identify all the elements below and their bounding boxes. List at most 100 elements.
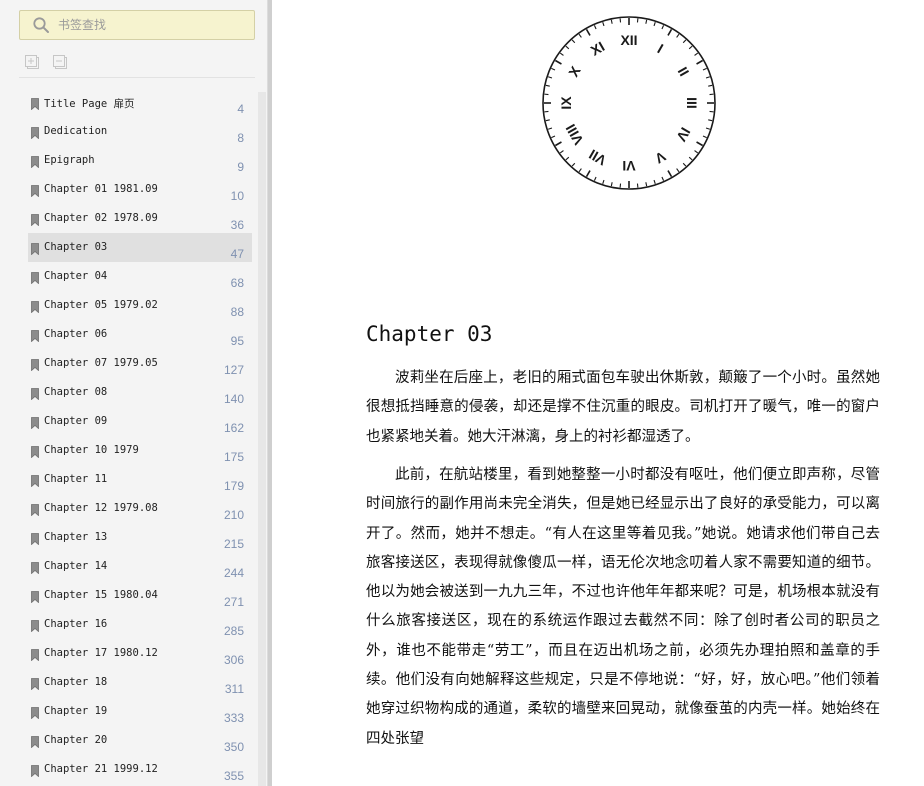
bookmark-icon	[31, 504, 39, 516]
bookmark-page-number: 127	[223, 363, 244, 377]
clock-numeral: X	[565, 63, 584, 80]
expand-all-icon[interactable]	[24, 54, 40, 70]
clock-tick	[682, 39, 687, 44]
clock-tick	[682, 162, 687, 167]
bookmark-item[interactable]: Epigraph 9	[28, 146, 252, 175]
clock-tick	[571, 39, 576, 44]
bookmark-search-box[interactable]	[19, 10, 255, 40]
clock-tick	[696, 141, 704, 147]
bookmark-icon	[31, 388, 39, 400]
clock-tick	[585, 170, 591, 178]
clock-numeral: VI	[622, 158, 635, 174]
bookmark-icon	[31, 446, 39, 458]
bookmark-item[interactable]: Chapter 02 1978.09 36	[28, 204, 252, 233]
bookmark-page-number: 311	[224, 682, 244, 696]
bookmark-page-number: 95	[230, 334, 244, 348]
clock-tick	[559, 150, 564, 154]
bookmark-label: Chapter 15 1980.04	[44, 589, 158, 601]
bookmark-label: Chapter 02 1978.09	[44, 212, 158, 224]
bookmark-label: Chapter 06	[44, 328, 108, 340]
clock-tick	[602, 21, 605, 27]
clock-tick	[702, 67, 707, 71]
bookmark-page-number: 68	[230, 276, 244, 290]
bookmark-item[interactable]: Chapter 09 162	[28, 407, 252, 436]
clock-numeral: XII	[620, 32, 637, 48]
bookmark-icon	[31, 417, 39, 429]
bookmark-label: Chapter 12 1979.08	[44, 502, 158, 514]
bookmark-icon	[31, 98, 39, 110]
bookmark-icon	[31, 272, 39, 284]
bookmark-item[interactable]: Chapter 15 1980.04 271	[28, 581, 252, 610]
reading-pane: XII I II III IV V VI VII VIII IX X XI Chapter 03 波莉…	[272, 0, 924, 786]
clock-tick	[578, 33, 582, 38]
clock-numeral: IV	[673, 125, 694, 145]
bookmark-page-number: 271	[223, 595, 244, 609]
bookmark-page-number: 244	[223, 566, 244, 580]
clock-tick	[602, 179, 605, 185]
body-paragraph: 此前，在航站楼里，看到她整整一小时都没有呕吐，他们便立即声称，尽管时间旅行的副作…	[366, 467, 880, 747]
bookmark-item[interactable]: Chapter 21 1999.12 355	[28, 755, 252, 784]
bookmark-item[interactable]: Chapter 20 350	[28, 726, 252, 755]
bookmark-label: Chapter 10 1979	[44, 444, 139, 456]
clock-tick	[593, 25, 597, 30]
bookmark-page-number: 355	[223, 769, 244, 783]
bookmark-label: Chapter 20	[44, 734, 108, 746]
bookmark-icon	[31, 736, 39, 748]
bookmark-item[interactable]: Chapter 08 140	[28, 378, 252, 407]
bookmark-search-input[interactable]	[58, 13, 248, 37]
clock-tick	[593, 176, 597, 181]
collapse-all-icon[interactable]	[52, 54, 68, 70]
clock-tick	[645, 182, 648, 187]
clock-tick	[661, 176, 665, 181]
clock-tick	[545, 119, 550, 122]
bookmark-item[interactable]: Title Page 扉页 4	[28, 88, 252, 117]
bookmark-label: Chapter 03	[44, 241, 108, 253]
bookmark-item[interactable]: Chapter 10 1979 175	[28, 436, 252, 465]
bookmark-icon	[31, 330, 39, 342]
bookmark-item[interactable]: Chapter 01 1981.09 10	[28, 175, 252, 204]
clock-numeral: I	[655, 41, 666, 57]
bookmark-item[interactable]: Chapter 13 215	[28, 523, 252, 552]
bookmark-item[interactable]: Chapter 11 179	[28, 465, 252, 494]
clock-numeral: III	[684, 97, 700, 109]
bookmark-page-number: 215	[223, 537, 244, 551]
bookmark-item[interactable]: Chapter 05 1979.02 88	[28, 291, 252, 320]
clock-tick	[559, 52, 564, 56]
chapter-title: Chapter 03	[366, 322, 493, 346]
bookmark-page-number: 333	[223, 711, 244, 725]
clock-numeral: II	[675, 64, 693, 79]
bookmark-page-number: 36	[230, 218, 244, 232]
bookmark-item[interactable]: Chapter 07 1979.05 127	[28, 349, 252, 378]
bookmark-label: Chapter 11	[44, 473, 108, 485]
bookmark-label: Chapter 05 1979.02	[44, 299, 158, 311]
clock-tick	[547, 76, 553, 79]
bookmark-page-number: 8	[237, 131, 244, 145]
clock-tick	[708, 119, 713, 122]
clock-tick	[705, 76, 711, 79]
clock-tick	[565, 45, 570, 50]
bookmark-icon	[31, 765, 39, 777]
bookmark-item[interactable]: Chapter 06 95	[28, 320, 252, 349]
bookmark-sidebar: Title Page 扉页4Dedication8Epigraph9Chapte…	[0, 0, 268, 786]
bookmark-icon	[31, 127, 39, 139]
bookmark-icon	[31, 156, 39, 168]
bookmark-item[interactable]: Dedication 8	[28, 117, 252, 146]
bookmark-item[interactable]: Chapter 03 47	[28, 233, 252, 262]
bookmark-label: Chapter 08	[44, 386, 108, 398]
bookmark-item[interactable]: Chapter 16 285	[28, 610, 252, 639]
clock-tick	[571, 162, 576, 167]
bookmark-item[interactable]: Chapter 18 311	[28, 668, 252, 697]
sidebar-scrollbar[interactable]	[258, 92, 266, 786]
bookmark-item[interactable]: Chapter 04 68	[28, 262, 252, 291]
bookmark-label: Dedication	[44, 125, 108, 137]
clock-numeral: V	[652, 148, 669, 167]
bookmark-item[interactable]: Chapter 14 244	[28, 552, 252, 581]
bookmark-label: Chapter 07 1979.05	[44, 357, 158, 369]
bookmark-page-number: 10	[230, 189, 244, 203]
bookmark-item[interactable]: Chapter 12 1979.08 210	[28, 494, 252, 523]
bookmark-toolbar	[24, 54, 68, 70]
bookmark-item[interactable]: Chapter 19 333	[28, 697, 252, 726]
bookmark-label: Chapter 21 1999.12	[44, 763, 158, 775]
clock-tick	[702, 135, 707, 139]
bookmark-item[interactable]: Chapter 17 1980.12 306	[28, 639, 252, 668]
